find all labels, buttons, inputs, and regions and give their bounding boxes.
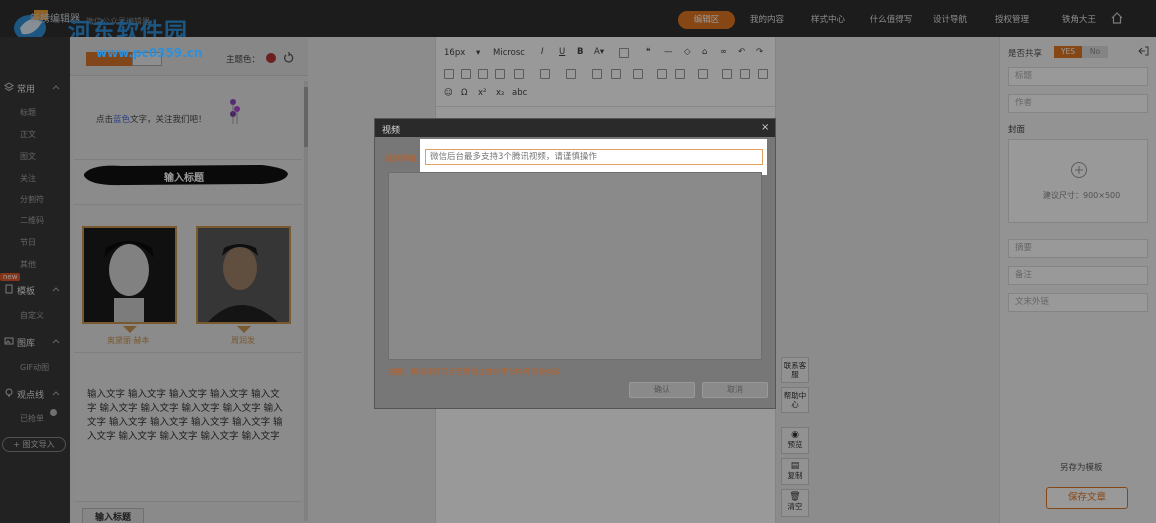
video-preview-area: [388, 172, 762, 360]
confirm-button[interactable]: 确认: [629, 382, 695, 398]
sync-warning-text: 提醒：腾讯视频同步至微信之外的平台时可能会失败: [388, 367, 561, 376]
video-url-label: 视频网址: [385, 154, 417, 163]
dialog-title: 视频: [382, 126, 401, 136]
video-url-input[interactable]: [425, 149, 763, 165]
input-highlight: [420, 139, 767, 175]
close-icon[interactable]: ×: [761, 122, 769, 133]
watermark-url: www.pc0359.cn: [96, 46, 203, 60]
video-dialog: 视频 × 视频网址 提醒：腾讯视频同步至微信之外的平台时可能会失败 确认 取消: [374, 118, 776, 409]
dialog-header: 视频 ×: [375, 119, 775, 137]
cancel-button[interactable]: 取消: [702, 382, 768, 398]
